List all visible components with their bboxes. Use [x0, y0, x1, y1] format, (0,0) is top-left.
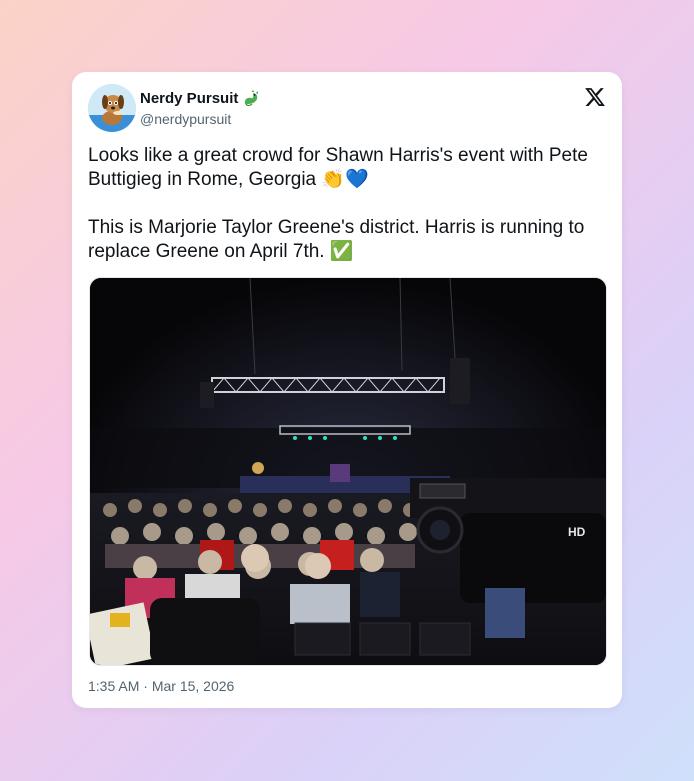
tweet-time[interactable]: 1:35 AM — [88, 678, 139, 694]
tweet-date[interactable]: Mar 15, 2026 — [152, 678, 235, 694]
tweet-paragraph-1: Looks like a great crowd for Shawn Harri… — [88, 145, 588, 190]
x-logo-icon[interactable] — [584, 86, 606, 108]
tweet-card: Nerdy Pursuit @nerdypursuit Looks like a… — [72, 72, 622, 708]
author-name-row: Nerdy Pursuit — [140, 89, 262, 107]
author-handle[interactable]: @nerdypursuit — [140, 111, 231, 127]
author-avatar[interactable] — [88, 84, 136, 132]
tweet-paragraph-2: This is Marjorie Taylor Greene's distric… — [88, 217, 585, 262]
dragon-emoji-icon — [245, 90, 259, 106]
tweet-photo[interactable]: HD — [89, 277, 607, 666]
camera-hd-label: HD — [568, 525, 586, 539]
author-name[interactable]: Nerdy Pursuit — [140, 90, 238, 107]
tweet-text: Looks like a great crowd for Shawn Harri… — [88, 144, 608, 264]
tweet-timestamp: 1:35 AM · Mar 15, 2026 — [88, 678, 234, 694]
dog-mascot-icon — [88, 84, 136, 132]
event-crowd-photo: HD — [90, 278, 606, 665]
timestamp-separator: · — [143, 678, 148, 694]
